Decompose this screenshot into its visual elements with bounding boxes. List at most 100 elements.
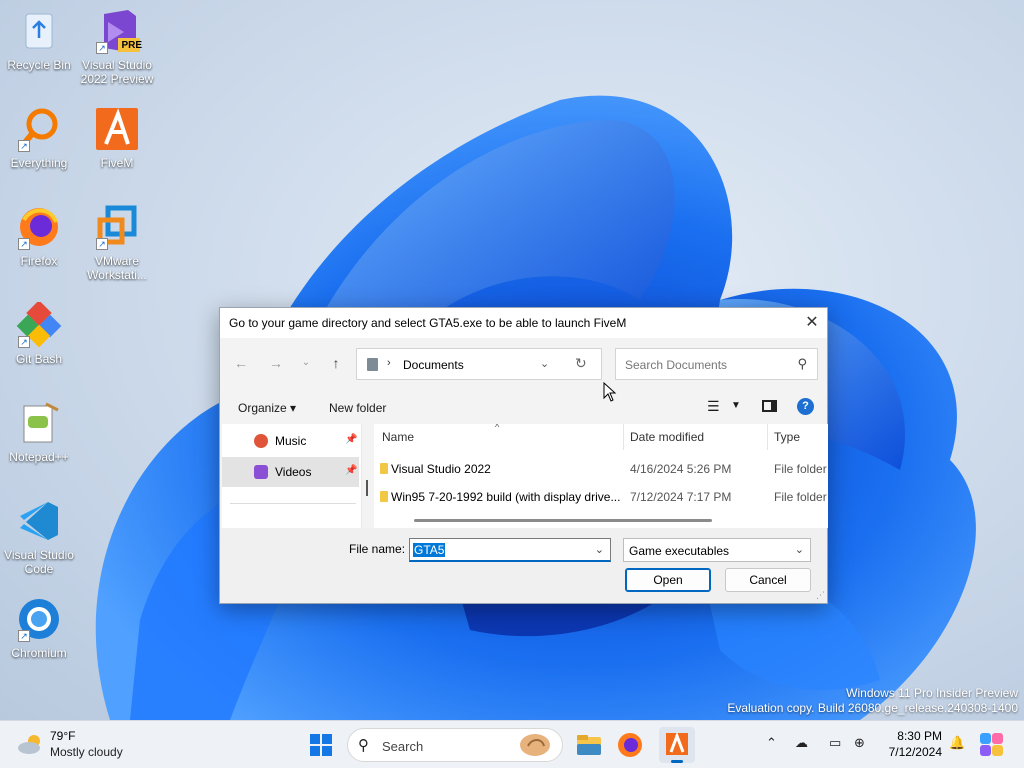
close-icon[interactable]: ✕ — [797, 308, 827, 338]
column-divider — [767, 424, 768, 450]
pre-badge: PRE — [121, 40, 142, 51]
fivem-icon — [94, 106, 140, 152]
desktop-icon-notepadpp[interactable]: Notepad++ — [2, 400, 76, 464]
taskbar-firefox[interactable] — [612, 727, 648, 763]
show-hidden-icons-chevron-icon[interactable]: ⌃ — [766, 735, 777, 751]
network-icon[interactable]: ⊕ — [854, 735, 865, 751]
address-dropdown-icon[interactable]: ⌄ — [540, 357, 549, 370]
breadcrumb-separator: › — [387, 357, 391, 369]
shortcut-arrow-icon: ↗ — [18, 238, 30, 250]
file-row[interactable]: Visual Studio 2022 4/16/2024 5:26 PM Fil… — [374, 454, 828, 482]
shortcut-arrow-icon: ↗ — [96, 238, 108, 250]
documents-folder-icon — [367, 358, 378, 371]
desktop-icon-chromium[interactable]: ↗ Chromium — [2, 596, 76, 660]
desktop-icon-fivem[interactable]: FiveM — [80, 106, 154, 170]
open-file-dialog: Go to your game directory and select GTA… — [219, 307, 828, 604]
column-header-type[interactable]: Type — [774, 424, 800, 450]
nav-item-label: Videos — [275, 465, 312, 479]
file-type: File folder — [774, 490, 827, 504]
view-dropdown-icon[interactable]: ▼ — [731, 400, 741, 411]
file-type-dropdown-icon: ⌄ — [794, 544, 804, 556]
taskbar: 79°F Mostly cloudy ⚲ Search ⌃ ☁ ▭ ⊕ 8:30… — [0, 720, 1024, 768]
preview-pane-icon[interactable] — [762, 400, 777, 412]
pin-icon[interactable]: 📌 — [345, 434, 357, 445]
up-arrow-icon[interactable]: ↑ — [326, 355, 346, 371]
nav-pane-scrollbar[interactable] — [366, 480, 368, 496]
copilot-preview-icon[interactable] — [976, 729, 1008, 761]
fivem-icon — [666, 731, 688, 755]
display-icon[interactable]: ▭ — [829, 735, 841, 751]
navigation-pane: Music 📌 Videos 📌 — [222, 424, 362, 528]
cancel-button[interactable]: Cancel — [725, 568, 811, 592]
taskbar-file-explorer[interactable] — [571, 727, 607, 763]
desktop-icon-recycle-bin[interactable]: Recycle Bin — [2, 8, 76, 72]
desktop-icon-everything[interactable]: ↗ Everything — [2, 106, 76, 170]
forward-arrow-icon[interactable]: → — [266, 355, 286, 371]
search-placeholder: Search Documents — [625, 358, 728, 372]
resize-grip-icon[interactable]: ⋰ — [816, 590, 825, 601]
weather-condition: Mostly cloudy — [50, 745, 123, 759]
help-icon[interactable]: ? — [797, 398, 814, 415]
back-arrow-icon[interactable]: ← — [231, 355, 251, 371]
recent-locations-chevron-icon[interactable]: ⌄ — [296, 357, 316, 368]
file-list: ^ Name Date modified Type Visual Studio … — [374, 424, 828, 528]
file-type-select[interactable]: Game executables ⌄ — [623, 538, 811, 562]
recycle-bin-icon — [16, 8, 62, 54]
desktop-icon-label: Visual Studio 2022 Preview — [80, 58, 154, 86]
notepadpp-icon — [16, 400, 62, 446]
open-button[interactable]: Open — [625, 568, 711, 592]
file-name-dropdown-icon[interactable]: ⌄ — [595, 543, 604, 556]
address-bar[interactable]: › Documents ⌄ ↻ — [356, 348, 602, 380]
file-name: Win95 7-20-1992 build (with display driv… — [391, 490, 621, 504]
horizontal-scrollbar[interactable] — [414, 519, 712, 522]
nav-item-label: Music — [275, 434, 307, 448]
desktop-icon-git-bash[interactable]: ↗ Git Bash — [2, 300, 76, 366]
nav-item-videos[interactable]: Videos 📌 — [222, 457, 359, 487]
taskbar-search-label: Search — [382, 739, 424, 754]
folder-icon — [380, 491, 388, 502]
mouse-cursor-icon — [603, 382, 617, 402]
music-icon — [254, 434, 268, 448]
desktop-icon-firefox[interactable]: ↗ Firefox — [2, 204, 76, 268]
pin-icon[interactable]: 📌 — [345, 465, 357, 476]
file-name-input[interactable]: GTA5 ⌄ — [409, 538, 611, 562]
desktop-icon-vmware[interactable]: ↗ VMware Workstati... — [80, 204, 154, 282]
windows-watermark: Windows 11 Pro Insider Preview Evaluatio… — [727, 686, 1018, 716]
nav-item-music[interactable]: Music 📌 — [222, 426, 359, 456]
desktop-icon-visual-studio-preview[interactable]: PRE ↗ Visual Studio 2022 Preview — [80, 8, 154, 86]
notifications-bell-icon[interactable]: 🔔 — [949, 735, 965, 751]
desktop-icon-vscode[interactable]: Visual Studio Code — [2, 498, 76, 576]
copilot-icon — [980, 733, 1003, 756]
vmware-icon: ↗ — [94, 204, 140, 250]
desktop-icon-label: Everything — [10, 156, 68, 170]
new-folder-button[interactable]: New folder — [329, 401, 386, 415]
search-box[interactable]: Search Documents ⚲ — [615, 348, 818, 380]
visual-studio-preview-icon: PRE ↗ — [94, 8, 142, 54]
file-date: 7/12/2024 7:17 PM — [630, 490, 732, 504]
column-header-date[interactable]: Date modified — [630, 424, 704, 450]
git-bash-icon: ↗ — [16, 300, 62, 348]
breadcrumb-documents[interactable]: Documents — [403, 358, 464, 372]
videos-icon — [254, 465, 268, 479]
file-date: 4/16/2024 5:26 PM — [630, 462, 732, 476]
taskbar-search[interactable]: ⚲ Search — [347, 728, 563, 762]
clock-date: 7/12/2024 — [888, 745, 942, 759]
file-type: File folder — [774, 462, 827, 476]
view-options-icon[interactable]: ☰ — [707, 398, 720, 415]
onedrive-offline-icon[interactable]: ☁ — [795, 735, 808, 751]
organize-button[interactable]: Organize ▾ — [238, 401, 296, 415]
clock-time: 8:30 PM — [897, 729, 942, 743]
column-header-name[interactable]: Name — [382, 424, 414, 450]
clock[interactable]: 8:30 PM 7/12/2024 — [880, 728, 942, 760]
taskbar-fivem[interactable] — [659, 727, 695, 763]
desktop-icon-label: Git Bash — [15, 352, 63, 366]
file-row[interactable]: Win95 7-20-1992 build (with display driv… — [374, 482, 828, 510]
desktop-icon-label: Recycle Bin — [7, 58, 71, 72]
file-name-label: File name: — [349, 542, 406, 556]
dialog-titlebar[interactable]: Go to your game directory and select GTA… — [220, 308, 827, 338]
sort-ascending-icon: ^ — [495, 424, 500, 432]
start-button[interactable] — [303, 727, 339, 763]
file-name-value: GTA5 — [413, 543, 446, 557]
vscode-icon — [16, 498, 62, 544]
refresh-icon[interactable]: ↻ — [575, 355, 587, 372]
